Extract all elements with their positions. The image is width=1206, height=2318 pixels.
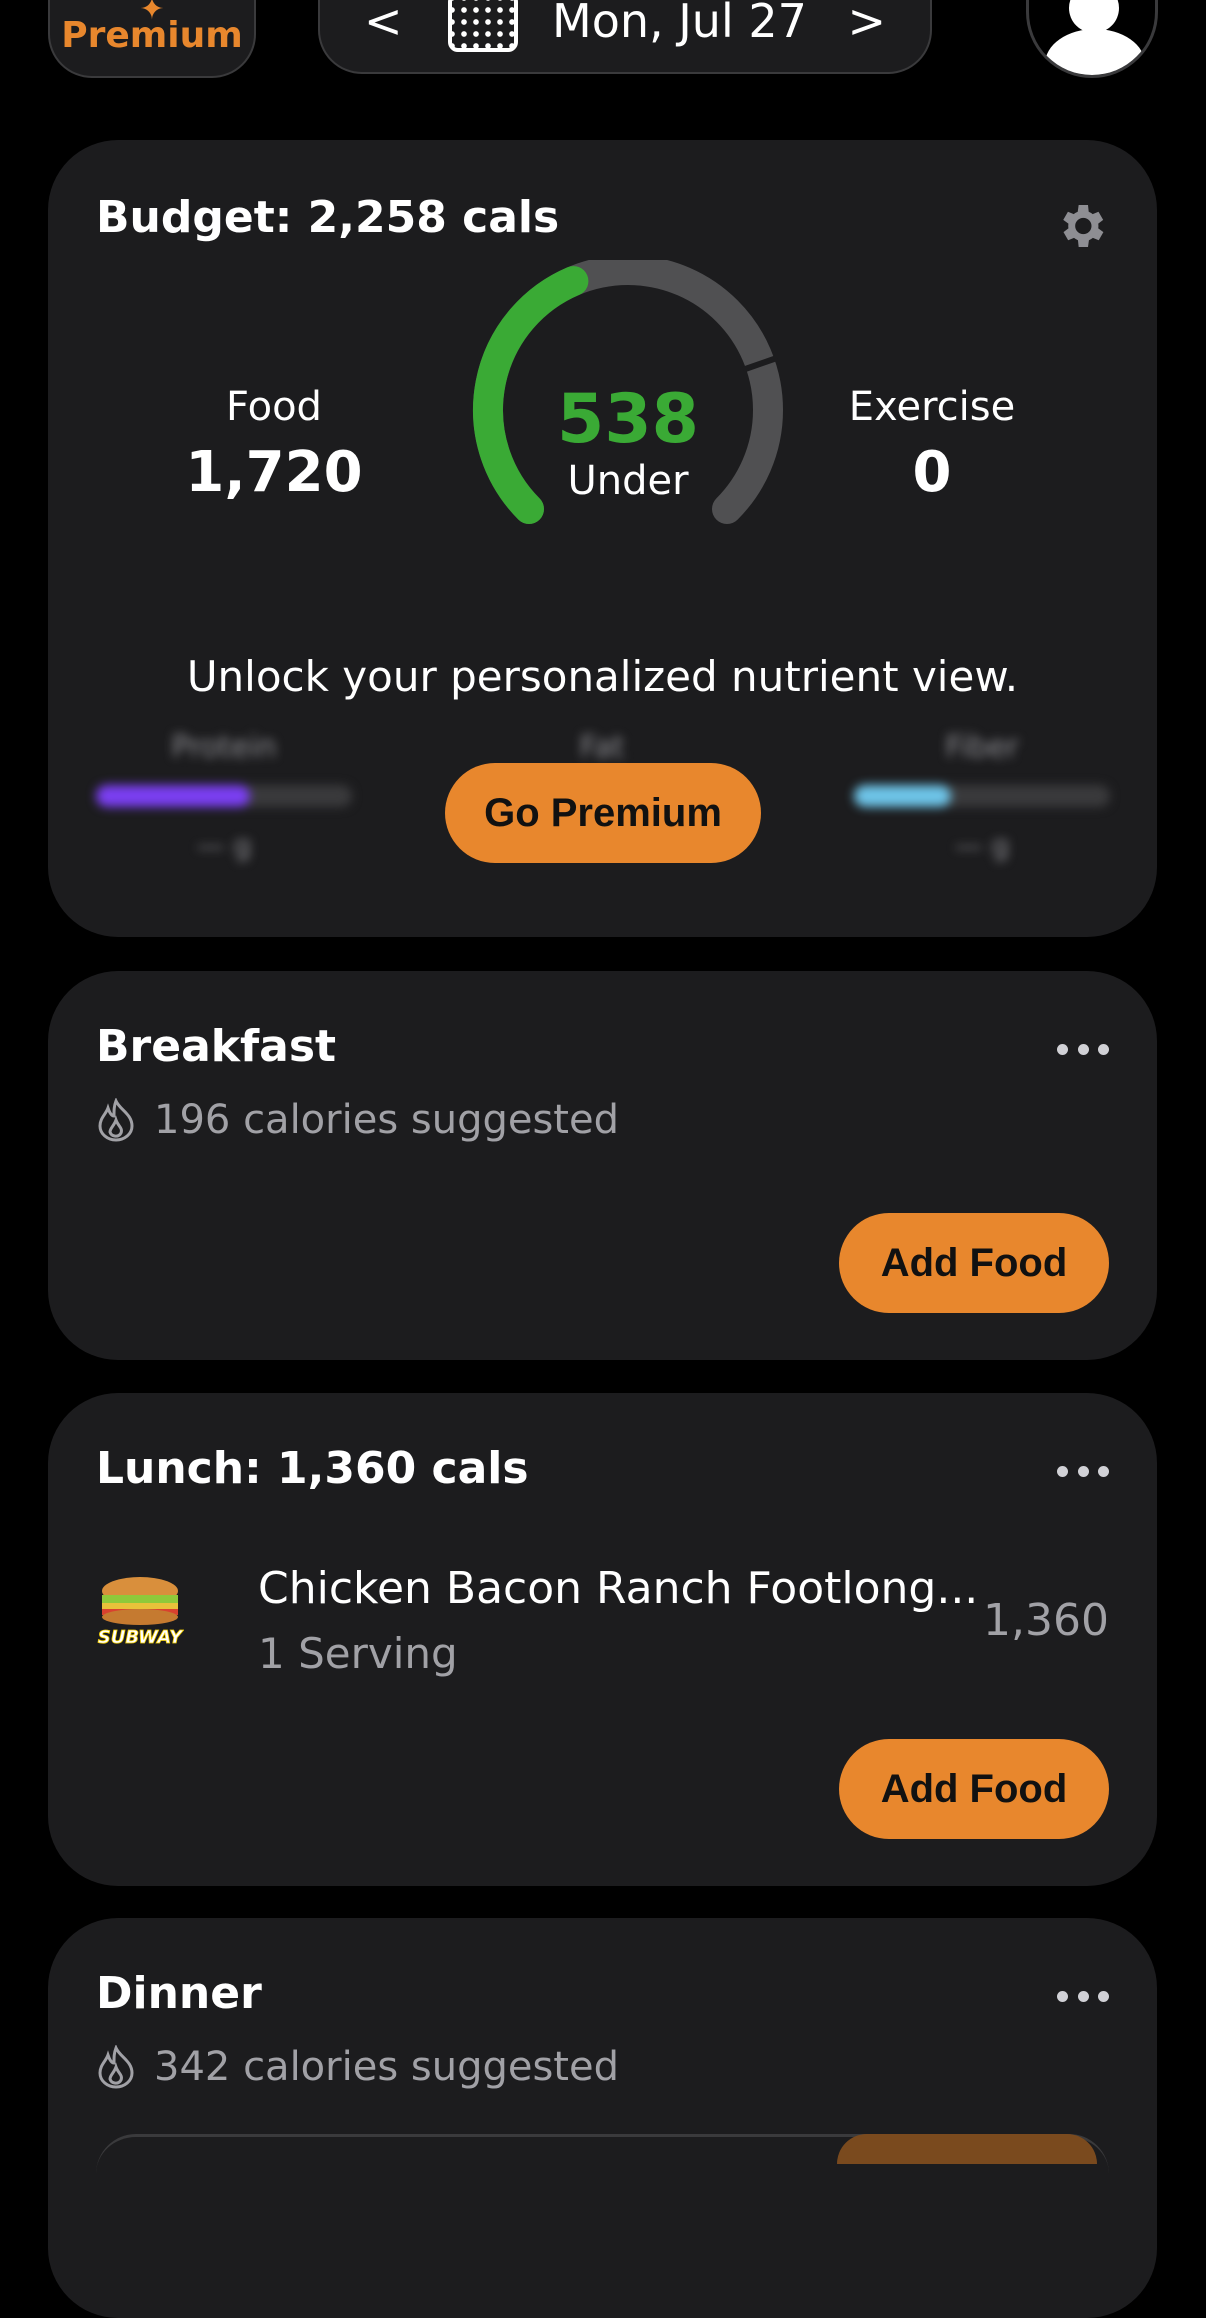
exercise-value: 0: [912, 440, 952, 505]
dinner-card: Dinner 342 calories suggested: [48, 1918, 1157, 2318]
nutrient-bar: [854, 785, 1110, 807]
breakfast-card: Breakfast 196 calories suggested Add Foo…: [48, 971, 1157, 1360]
calendar-icon[interactable]: [448, 0, 518, 52]
breakfast-title: Breakfast: [96, 1021, 337, 1072]
settings-gear-icon[interactable]: [1053, 198, 1109, 254]
nutrient-value: — g: [196, 829, 252, 862]
lunch-title: Lunch: 1,360 cals: [96, 1443, 529, 1494]
breakfast-suggested-text: 196 calories suggested: [154, 1097, 619, 1143]
next-day-chevron-icon[interactable]: >: [847, 0, 886, 44]
breakfast-more-icon[interactable]: [1057, 1044, 1109, 1058]
subway-sandwich-icon: SUBWAY: [97, 1577, 184, 1648]
dinner-add-food-button[interactable]: [837, 2134, 1097, 2164]
flame-icon: [98, 2045, 134, 2089]
lunch-add-food-button[interactable]: Add Food: [839, 1739, 1109, 1839]
budget-card: Budget: 2,258 cals Food 1,720 538 Under …: [48, 140, 1157, 937]
date-label[interactable]: Mon, Jul 27: [552, 0, 807, 48]
breakfast-add-food-button[interactable]: Add Food: [839, 1213, 1109, 1313]
food-entry-row[interactable]: SUBWAY Chicken Bacon Ranch Footlong... 1…: [96, 1551, 1109, 1678]
dinner-suggested-text: 342 calories suggested: [154, 2044, 619, 2090]
go-premium-button[interactable]: Go Premium: [445, 763, 761, 863]
top-bar: ✦ Premium < Mon, Jul 27 >: [0, 0, 1206, 100]
profile-avatar-icon[interactable]: [1026, 0, 1158, 78]
remaining-calories-label: Under: [567, 458, 689, 504]
nutrient-value: — g: [954, 829, 1010, 862]
food-label: Food: [226, 384, 322, 430]
food-calories: 1,360: [983, 1595, 1109, 1646]
avatar-body: [1045, 29, 1145, 75]
food-name: Chicken Bacon Ranch Footlong...: [258, 1563, 979, 1614]
nutrient-fat-blurred: Fat: [474, 730, 730, 765]
lunch-card: Lunch: 1,360 cals SUBWAY Chicken Bacon R…: [48, 1393, 1157, 1886]
dinner-title: Dinner: [96, 1968, 262, 2019]
date-selector[interactable]: < Mon, Jul 27 >: [318, 0, 932, 74]
premium-button[interactable]: ✦ Premium: [48, 0, 256, 78]
nutrient-fiber-blurred: Fiber — g: [854, 730, 1110, 862]
nutrient-label: Protein: [171, 730, 277, 765]
svg-text:SUBWAY: SUBWAY: [98, 1627, 184, 1648]
unlock-nutrients-text: Unlock your personalized nutrient view.: [186, 652, 1019, 701]
food-value: 1,720: [185, 440, 363, 505]
nutrient-bar: [96, 785, 352, 807]
nutrient-bar-fill: [854, 785, 952, 807]
crown-icon: ✦: [139, 0, 165, 27]
previous-day-chevron-icon[interactable]: <: [364, 0, 403, 44]
food-serving: 1 Serving: [258, 1629, 458, 1678]
nutrient-protein-blurred: Protein — g: [96, 730, 352, 862]
dinner-suggested: 342 calories suggested: [96, 2044, 619, 2090]
lunch-more-icon[interactable]: [1057, 1466, 1109, 1480]
remaining-calories-value: 538: [557, 380, 699, 459]
dinner-more-icon[interactable]: [1057, 1991, 1109, 2005]
nutrient-label: Fiber: [945, 730, 1019, 765]
exercise-label: Exercise: [848, 384, 1016, 430]
nutrient-bar-fill: [96, 785, 250, 807]
nutrient-label: Fat: [579, 730, 625, 765]
breakfast-suggested: 196 calories suggested: [96, 1097, 619, 1143]
budget-title: Budget: 2,258 cals: [96, 192, 560, 243]
flame-icon: [98, 1098, 134, 1142]
